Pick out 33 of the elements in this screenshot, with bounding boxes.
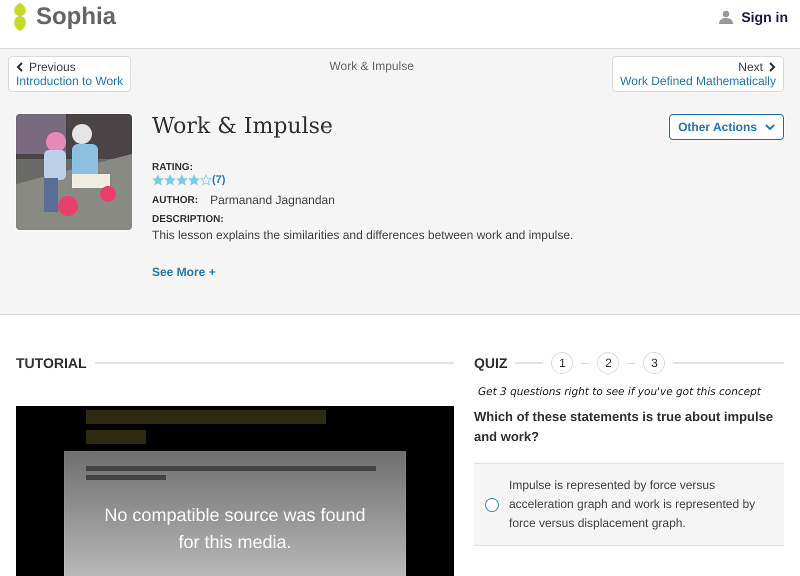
current-lesson: Work & Impulse <box>329 59 414 73</box>
quiz-tagline: Get 3 questions right to see if you've got this concept <box>478 386 762 398</box>
chevron-down-icon <box>765 124 775 130</box>
logo-text: Sophia <box>36 3 116 31</box>
see-more-link[interactable]: See More + <box>152 265 216 279</box>
rating-count: (7) <box>212 174 226 186</box>
quiz-step: 3 <box>643 352 666 374</box>
user-icon <box>719 10 734 24</box>
rating-label: RATING: <box>152 162 194 173</box>
chevron-left-icon <box>16 62 23 72</box>
lesson-title: Work & Impulse <box>152 114 333 139</box>
quiz-step: 1 <box>551 352 574 374</box>
answer-text: Impulse is represented by force versus acceleration graph and work is represented by force versus displacement graph. <box>509 477 756 532</box>
quiz-heading: QUIZ <box>474 355 508 371</box>
previous-title: Introduction to Work <box>16 74 124 88</box>
video-error-message: No compatible source was found for this media. <box>103 504 367 554</box>
previous-button[interactable]: Previous Introduction to Work <box>8 56 132 92</box>
tutorial-heading: TUTORIAL <box>16 355 87 371</box>
radio-button[interactable] <box>485 498 499 512</box>
description-label: DESCRIPTION: <box>152 214 225 225</box>
next-title: Work Defined Mathematically <box>620 74 776 88</box>
chevron-right-icon <box>768 62 776 72</box>
description-text: This lesson explains the similarities and differences between work and impulse. <box>152 228 574 242</box>
previous-label: Previous <box>29 60 76 74</box>
next-button[interactable]: Next Work Defined Mathematically <box>612 56 784 92</box>
sign-in-link[interactable]: Sign in <box>719 9 788 25</box>
author-name: Parmanand Jagnandan <box>210 193 335 207</box>
other-actions-button[interactable]: Other Actions <box>669 114 784 140</box>
quiz-step: 2 <box>597 352 620 374</box>
quiz-question: Which of these statements is true about impulse and work? <box>474 408 774 446</box>
next-label: Next <box>738 60 763 74</box>
answer-option[interactable]: Impulse is represented by force versus acceleration graph and work is represented by force versus displacement graph. <box>474 463 784 546</box>
author-label: AUTHOR: <box>152 194 198 206</box>
